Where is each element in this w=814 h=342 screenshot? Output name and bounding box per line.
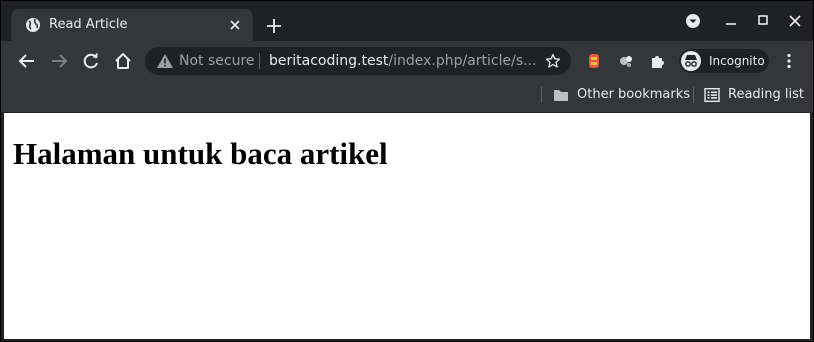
- toolbar: Not secure beritacoding.test/index.php/a…: [1, 41, 813, 81]
- url-path: /index.php/article/s...: [388, 53, 537, 69]
- home-icon[interactable]: [113, 51, 133, 71]
- globe-icon: [26, 18, 40, 32]
- reading-list-icon: [704, 88, 720, 102]
- back-icon[interactable]: [17, 51, 37, 71]
- other-bookmarks-label: Other bookmarks: [577, 87, 691, 102]
- url-text[interactable]: beritacoding.test/index.php/article/s...: [269, 52, 536, 70]
- menu-kebab-icon[interactable]: [783, 53, 795, 69]
- reading-list-label: Reading list: [728, 87, 804, 102]
- tab-title: Read Article: [49, 17, 128, 32]
- incognito-label: Incognito: [709, 54, 765, 68]
- browser-window: Read Article Not secure beritacoding.tes…: [0, 0, 814, 342]
- address-bar[interactable]: Not secure beritacoding.test/index.php/a…: [145, 47, 571, 75]
- maximize-icon[interactable]: [755, 13, 771, 29]
- incognito-icon: [681, 51, 701, 71]
- address-divider: [259, 53, 260, 69]
- bookmarks-divider: [693, 87, 694, 103]
- page-heading: Halaman untuk baca artikel: [13, 136, 388, 171]
- extensions-puzzle-icon[interactable]: [649, 52, 667, 70]
- close-tab-icon[interactable]: [227, 17, 243, 33]
- not-secure-warning-icon[interactable]: [157, 54, 173, 68]
- security-status-label: Not secure: [179, 53, 255, 69]
- tab-strip: Read Article: [1, 1, 813, 41]
- folder-icon: [554, 90, 568, 101]
- close-window-icon[interactable]: [787, 13, 803, 29]
- forward-icon[interactable]: [49, 51, 69, 71]
- reload-icon[interactable]: [81, 51, 101, 71]
- tab-search-icon[interactable]: [685, 13, 701, 29]
- extension-gray-icon[interactable]: [617, 52, 635, 70]
- bookmarks-divider: [541, 87, 542, 103]
- page-content: Halaman untuk baca artikel: [4, 113, 810, 339]
- bookmark-star-icon[interactable]: [545, 53, 561, 69]
- tab-read-article[interactable]: Read Article: [11, 9, 253, 41]
- bookmarks-bar: Other bookmarks Reading list: [1, 81, 813, 113]
- new-tab-icon[interactable]: [265, 17, 283, 35]
- incognito-profile-button[interactable]: Incognito: [679, 49, 769, 73]
- minimize-icon[interactable]: [723, 13, 739, 29]
- extension-red-icon[interactable]: [585, 52, 603, 70]
- url-host: beritacoding.test: [269, 53, 389, 69]
